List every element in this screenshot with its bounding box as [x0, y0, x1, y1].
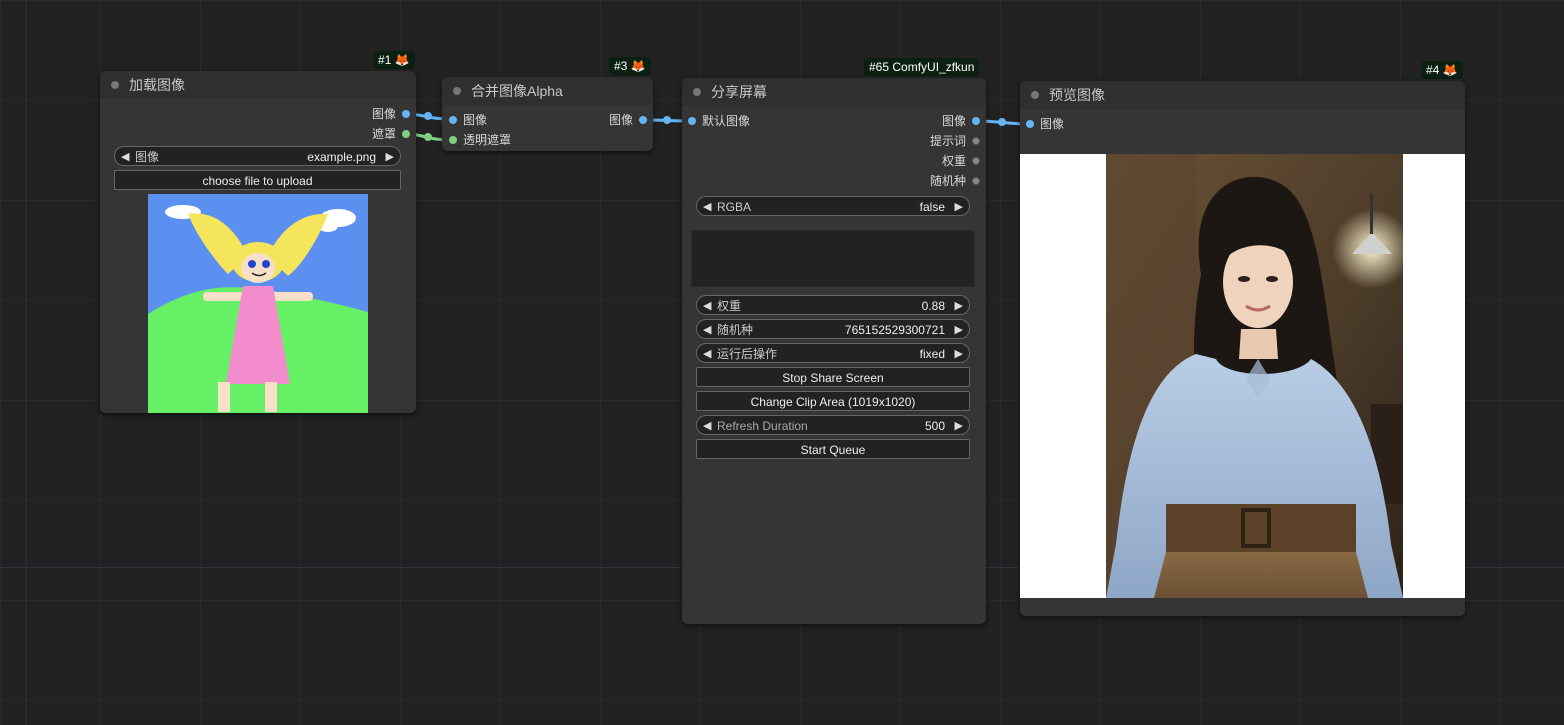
- widget-value: fixed: [919, 347, 945, 361]
- merge-alpha-node[interactable]: 合并图像Alpha 图像 透明遮罩 图像: [442, 77, 653, 151]
- output-slot-seed[interactable]: 随机种: [929, 173, 980, 189]
- arrow-left-icon[interactable]: ◀: [703, 296, 711, 316]
- output-dot-icon[interactable]: [972, 177, 980, 185]
- input-slot-image[interactable]: 图像: [449, 112, 488, 128]
- input-dot-icon[interactable]: [1026, 120, 1034, 128]
- widget-value: 0.88: [921, 299, 945, 313]
- output-slot-image[interactable]: 图像: [608, 112, 647, 128]
- slot-label: 默认图像: [702, 114, 751, 128]
- output-slot-image[interactable]: 图像: [371, 106, 410, 122]
- arrow-left-icon[interactable]: ◀: [121, 147, 129, 167]
- node-title-bar[interactable]: 加载图像: [100, 71, 416, 99]
- collapse-dot-icon[interactable]: [111, 81, 119, 89]
- node-title: 加载图像: [129, 77, 185, 93]
- widget-label: 权重: [717, 299, 742, 313]
- slot-label: 图像: [941, 114, 966, 128]
- output-dot-icon[interactable]: [402, 110, 410, 118]
- output-dot-icon[interactable]: [639, 116, 647, 124]
- arrow-right-icon[interactable]: ▶: [955, 416, 963, 436]
- node-id-badge: #1 🦊: [373, 51, 415, 69]
- node-id-badge: #4 🦊: [1421, 61, 1463, 79]
- input-slot-image[interactable]: 图像: [1026, 116, 1065, 132]
- collapse-dot-icon[interactable]: [453, 87, 461, 95]
- output-slot-prompt[interactable]: 提示词: [929, 133, 980, 149]
- arrow-right-icon[interactable]: ▶: [955, 320, 963, 340]
- slot-label: 图像: [371, 107, 396, 121]
- weight-number-widget[interactable]: ◀ 权重 0.88 ▶: [696, 295, 970, 315]
- node-title: 合并图像Alpha: [471, 83, 563, 99]
- prompt-textarea[interactable]: [691, 230, 975, 287]
- arrow-right-icon[interactable]: ▶: [955, 296, 963, 316]
- stop-share-screen-button[interactable]: Stop Share Screen: [696, 367, 970, 387]
- node-title: 预览图像: [1049, 87, 1105, 103]
- node-id-badge: #65 ComfyUI_zfkun: [864, 58, 980, 76]
- output-slot-image[interactable]: 图像: [941, 113, 980, 129]
- widget-value: 765152529300721: [844, 323, 945, 337]
- widget-label: Refresh Duration: [717, 419, 808, 433]
- arrow-left-icon[interactable]: ◀: [703, 416, 711, 436]
- loaded-image-preview: [148, 194, 368, 413]
- collapse-dot-icon[interactable]: [1031, 91, 1039, 99]
- widget-label: 图像: [135, 150, 160, 164]
- output-slot-mask[interactable]: 遮罩: [371, 126, 410, 142]
- image-combo-widget[interactable]: ◀ 图像 example.png ▶: [114, 146, 401, 166]
- slot-label: 遮罩: [371, 127, 396, 141]
- slot-label: 提示词: [929, 134, 966, 148]
- node-title: 分享屏幕: [711, 84, 767, 100]
- output-dot-icon[interactable]: [972, 157, 980, 165]
- rgba-toggle-widget[interactable]: ◀ RGBA false ▶: [696, 196, 970, 216]
- preview-image: [1106, 154, 1403, 598]
- widget-value: example.png: [307, 150, 376, 164]
- arrow-right-icon[interactable]: ▶: [386, 147, 394, 167]
- widget-value: false: [919, 200, 945, 214]
- canvas-guide-line: [26, 0, 27, 725]
- change-clip-area-button[interactable]: Change Clip Area (1019x1020): [696, 391, 970, 411]
- share-screen-node[interactable]: 分享屏幕 默认图像 图像 提示词 权重 随机种 ◀ RGBA false ▶ ◀…: [682, 78, 986, 624]
- arrow-right-icon[interactable]: ▶: [955, 344, 963, 364]
- after-run-combo-widget[interactable]: ◀ 运行后操作 fixed ▶: [696, 343, 970, 363]
- upload-button[interactable]: choose file to upload: [114, 170, 401, 190]
- start-queue-button[interactable]: Start Queue: [696, 439, 970, 459]
- arrow-left-icon[interactable]: ◀: [703, 344, 711, 364]
- input-slot-default-image[interactable]: 默认图像: [688, 113, 751, 129]
- slot-label: 透明遮罩: [463, 133, 512, 147]
- slot-label: 图像: [463, 113, 488, 127]
- output-dot-icon[interactable]: [402, 130, 410, 138]
- input-dot-icon[interactable]: [449, 136, 457, 144]
- widget-value: 500: [924, 419, 945, 433]
- input-dot-icon[interactable]: [449, 116, 457, 124]
- widget-label: 随机种: [717, 323, 754, 337]
- node-title-bar[interactable]: 合并图像Alpha: [442, 77, 653, 105]
- refresh-duration-widget[interactable]: ◀ Refresh Duration 500 ▶: [696, 415, 970, 435]
- widget-label: RGBA: [717, 200, 752, 214]
- arrow-left-icon[interactable]: ◀: [703, 320, 711, 340]
- input-dot-icon[interactable]: [688, 117, 696, 125]
- preview-image-node[interactable]: 预览图像 图像: [1020, 81, 1465, 616]
- collapse-dot-icon[interactable]: [693, 88, 701, 96]
- widget-label: 运行后操作: [717, 347, 778, 361]
- seed-number-widget[interactable]: ◀ 随机种 765152529300721 ▶: [696, 319, 970, 339]
- output-dot-icon[interactable]: [972, 117, 980, 125]
- node-title-bar[interactable]: 预览图像: [1020, 81, 1465, 109]
- node-title-bar[interactable]: 分享屏幕: [682, 78, 986, 106]
- input-slot-alpha-mask[interactable]: 透明遮罩: [449, 132, 512, 148]
- load-image-node[interactable]: 加载图像 图像 遮罩 ◀ 图像 example.png ▶ choose fil…: [100, 71, 416, 413]
- output-dot-icon[interactable]: [972, 137, 980, 145]
- slot-label: 图像: [1040, 117, 1065, 131]
- arrow-left-icon[interactable]: ◀: [703, 197, 711, 217]
- preview-image-area: [1020, 154, 1465, 598]
- slot-label: 权重: [941, 154, 966, 168]
- slot-label: 图像: [608, 113, 633, 127]
- output-slot-weight[interactable]: 权重: [941, 153, 980, 169]
- arrow-right-icon[interactable]: ▶: [955, 197, 963, 217]
- slot-label: 随机种: [929, 174, 966, 188]
- node-id-badge: #3 🦊: [609, 57, 651, 75]
